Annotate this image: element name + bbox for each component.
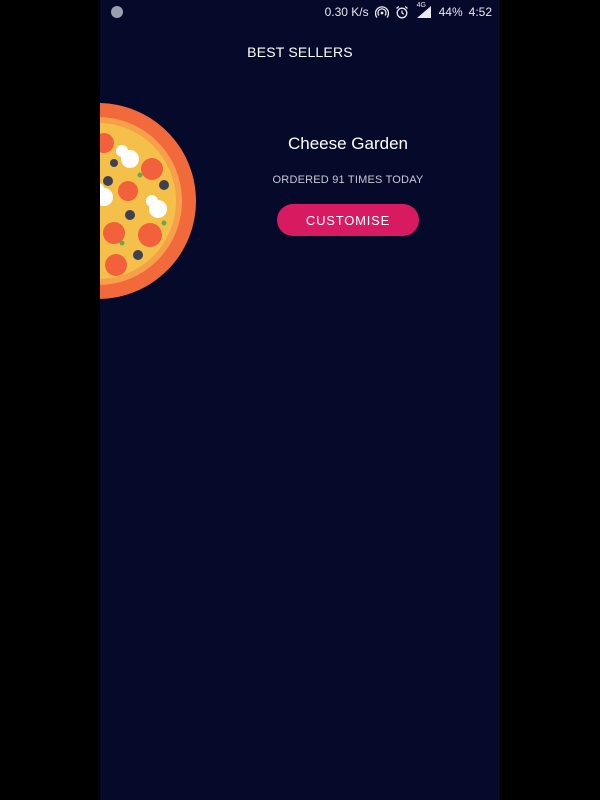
status-bar: 0.30 K/s 4G 44% 4:52 xyxy=(100,0,500,24)
signal-icon: 4G xyxy=(415,2,433,19)
app-screen: 0.30 K/s 4G 44% 4:52 BEST SELLERS Cheese… xyxy=(100,0,500,800)
product-name: Cheese Garden xyxy=(287,134,409,153)
alarm-icon xyxy=(395,5,409,19)
order-count-label: ORDERED 91 TIMES TODAY xyxy=(272,174,424,186)
customise-button[interactable]: CUSTOMISE xyxy=(277,204,419,236)
hotspot-icon xyxy=(374,5,389,19)
moon-icon xyxy=(111,6,123,18)
status-right: 0.30 K/s 4G 44% 4:52 xyxy=(324,2,492,19)
network-speed: 0.30 K/s xyxy=(324,5,369,19)
clock: 4:52 xyxy=(468,5,492,19)
pizza-image[interactable] xyxy=(100,103,196,299)
product-info: Cheese Garden ORDERED 91 TIMES TODAY CUS… xyxy=(248,132,448,236)
network-type: 4G xyxy=(416,2,426,9)
page-title: BEST SELLERS xyxy=(247,44,353,60)
battery-level: 44% xyxy=(438,5,463,19)
